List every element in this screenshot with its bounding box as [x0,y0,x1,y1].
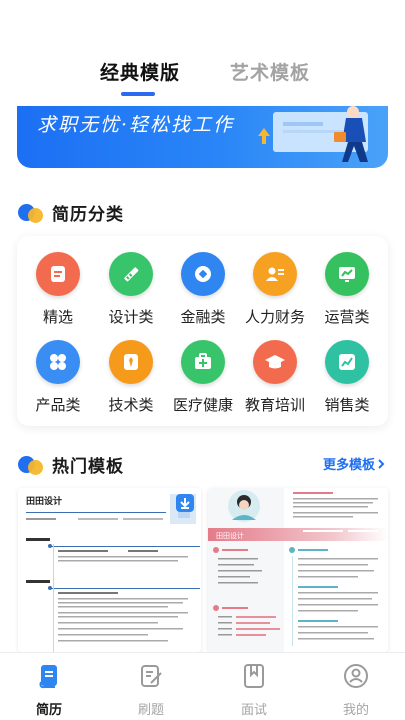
resume-icon [39,665,57,689]
ruler-pencil-icon [109,252,153,296]
resume-preview-1 [18,488,201,652]
nav-resume[interactable]: 简历 [19,662,79,718]
chevron-right-icon [378,458,385,469]
category-operations[interactable]: 运营类 [310,252,384,327]
template-name: 田田设计 [216,532,244,540]
category-design[interactable]: 设计类 [94,252,168,327]
category-education[interactable]: 教育培训 [238,340,312,415]
template-card[interactable]: 田田设计 [208,488,388,652]
category-finance[interactable]: 金融类 [166,252,240,327]
nav-me[interactable]: 我的 [326,662,386,718]
hot-section-title: 热门模板 [52,457,124,477]
section-dots-icon [18,203,46,223]
section-dots-icon [18,455,46,475]
category-label: 运营类 [324,308,370,326]
bookmark-book-icon [244,664,264,688]
grid-icon [36,340,80,384]
id-card-icon [253,252,297,296]
tie-icon [109,340,153,384]
graduation-cap-icon [253,340,297,384]
nav-label: 刷题 [137,703,164,718]
medkit-icon [181,340,225,384]
nav-interview[interactable]: 面试 [224,662,284,718]
category-medical[interactable]: 医疗健康 [166,340,240,415]
category-label: 医疗健康 [172,396,233,414]
category-label: 人力财务 [244,308,305,326]
template-tabs: 经典模版 艺术模板 [0,0,405,106]
category-label: 产品类 [35,396,81,414]
promo-banner[interactable]: 求职无忧·轻松找工作 [17,106,388,168]
more-templates-link[interactable]: 更多模板 [323,454,387,473]
category-grid: 精选 设计类 金融类 人力财务 运营类 产品类 技术类 医疗健康 教育培训 销售… [17,236,388,426]
download-icon [176,494,194,512]
user-circle-icon [344,664,368,688]
edit-icon [141,665,162,687]
category-product[interactable]: 产品类 [21,340,95,415]
category-label: 设计类 [108,308,154,326]
nav-label: 我的 [342,703,369,718]
category-label: 销售类 [324,396,370,414]
category-tech[interactable]: 技术类 [94,340,168,415]
category-section-header: 简历分类 [18,200,124,225]
job-seeker-illustration [258,106,368,162]
nav-label: 面试 [240,703,267,718]
template-name: 田田设计 [26,497,63,507]
template-card[interactable]: 田田设计 [18,488,201,652]
category-label: 教育培训 [244,396,305,414]
more-templates-label: 更多模板 [322,458,375,473]
trend-icon [325,340,369,384]
tab-classic[interactable]: 经典模版 [100,58,180,85]
category-section-title: 简历分类 [52,205,124,225]
category-label: 精选 [42,308,73,326]
coin-icon [181,252,225,296]
document-icon [36,252,80,296]
category-hr-finance[interactable]: 人力财务 [238,252,312,327]
category-sales[interactable]: 销售类 [310,340,384,415]
category-label: 技术类 [108,396,154,414]
nav-practice[interactable]: 刷题 [121,662,181,718]
hot-section-header: 热门模板 [18,452,124,477]
banner-slogan: 求职无忧·轻松找工作 [37,114,235,136]
bottom-nav: 简历 刷题 面试 我的 [0,652,405,720]
chart-board-icon [325,252,369,296]
tab-art[interactable]: 艺术模板 [230,58,310,85]
category-featured[interactable]: 精选 [21,252,95,327]
resume-preview-2 [208,488,388,652]
nav-label: 简历 [35,703,62,718]
category-label: 金融类 [180,308,226,326]
tab-active-indicator [121,92,155,96]
